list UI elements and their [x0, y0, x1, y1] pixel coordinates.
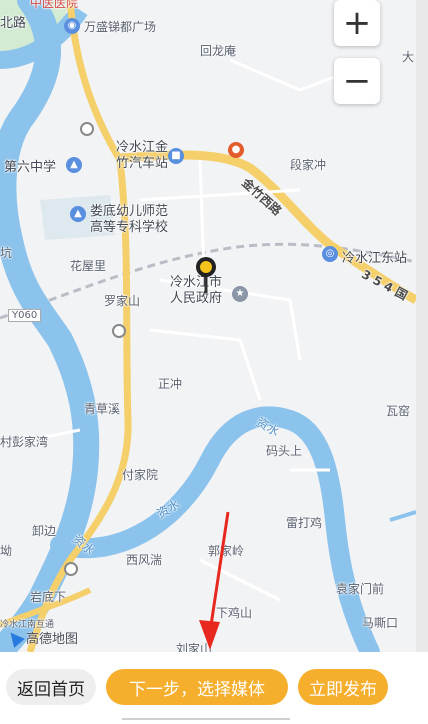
scrollbar[interactable] [416, 0, 428, 652]
zoom-in-button[interactable]: + [334, 0, 380, 46]
zoom-out-button[interactable]: − [334, 58, 380, 104]
next-select-media-button[interactable]: 下一步，选择媒体 [106, 669, 288, 705]
bottom-toolbar: 返回首页 下一步，选择媒体 立即发布 [0, 652, 428, 724]
back-home-button[interactable]: 返回首页 [6, 669, 96, 705]
publish-now-button[interactable]: 立即发布 [298, 669, 388, 705]
home-indicator [122, 718, 290, 720]
